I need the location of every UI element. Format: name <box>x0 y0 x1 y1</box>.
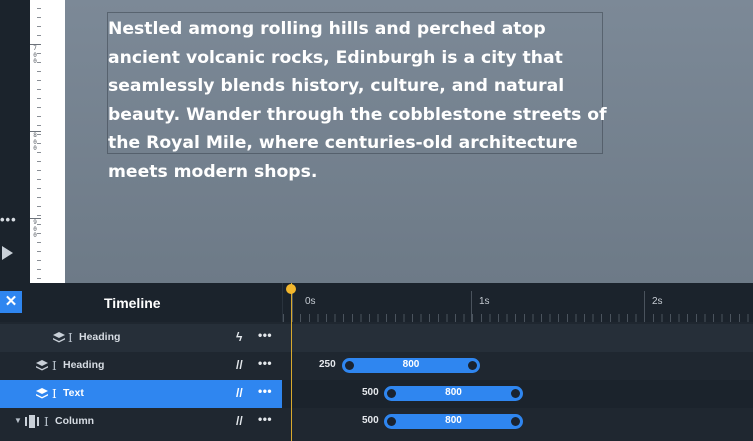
delay-value: 250 <box>319 359 336 370</box>
ruler-label-900: 9 0 0 <box>33 219 37 239</box>
timeline-row[interactable]: I Heading // ••• 250 800 <box>0 352 753 380</box>
more-icon[interactable]: ••• <box>258 328 272 342</box>
layer-label: Text <box>63 387 84 399</box>
animation-bar[interactable]: 800 <box>384 414 523 429</box>
more-icon[interactable]: ••• <box>258 356 272 370</box>
ruler-label-700: 7 0 0 <box>33 45 37 65</box>
timeline-panel: ✕ Timeline 0s 1s 2s I Heading ϟ ••• I He… <box>0 283 753 441</box>
time-ruler[interactable]: 0s 1s 2s <box>282 283 753 322</box>
stagger-icon[interactable]: // <box>236 414 243 428</box>
close-icon[interactable]: ✕ <box>0 291 22 313</box>
timeline-row[interactable]: I Heading ϟ ••• <box>0 324 753 352</box>
playhead-handle[interactable] <box>286 284 296 294</box>
bar-end-handle[interactable] <box>511 417 520 426</box>
bar-end-handle[interactable] <box>511 389 520 398</box>
text-cursor-icon: I <box>52 387 57 401</box>
vertical-ruler: 7 0 0 8 0 0 9 0 0 <box>30 0 41 283</box>
timeline-title: Timeline <box>104 295 161 311</box>
time-label-2s: 2s <box>652 296 663 307</box>
animation-bar[interactable]: 800 <box>342 358 480 373</box>
canvas-margin <box>41 0 65 283</box>
body-text[interactable]: Nestled among rolling hills and perched … <box>108 15 608 186</box>
text-element-outline[interactable]: Nestled among rolling hills and perched … <box>107 12 607 182</box>
design-canvas[interactable]: Nestled among rolling hills and perched … <box>65 0 753 283</box>
text-cursor-icon: I <box>52 359 57 373</box>
left-toolbar: ••• <box>0 0 30 283</box>
timeline-header: ✕ Timeline <box>0 283 282 322</box>
layers-icon <box>36 360 48 371</box>
more-icon[interactable]: ••• <box>258 412 272 426</box>
play-icon[interactable] <box>2 246 13 260</box>
stagger-icon[interactable]: // <box>236 358 243 372</box>
delay-value: 500 <box>362 415 379 426</box>
layer-label: Heading <box>79 331 121 343</box>
duration-value: 800 <box>402 359 420 370</box>
animation-bar[interactable]: 800 <box>384 386 523 401</box>
stagger-icon[interactable]: // <box>236 386 243 400</box>
layer-label: Heading <box>63 359 105 371</box>
bolt-icon[interactable]: ϟ <box>236 330 242 344</box>
column-icon <box>25 415 39 428</box>
time-label-1s: 1s <box>479 296 490 307</box>
time-label-0s: 0s <box>305 296 316 307</box>
playhead-line[interactable] <box>291 283 292 441</box>
more-icon[interactable]: ••• <box>0 212 22 227</box>
ruler-label-800: 8 0 0 <box>33 132 37 152</box>
duration-value: 800 <box>445 415 462 426</box>
delay-value: 500 <box>362 387 379 398</box>
bar-end-handle[interactable] <box>468 361 477 370</box>
timeline-row[interactable]: I Text // ••• 500 800 <box>0 380 753 408</box>
timeline-row[interactable]: ▼ I Column // ••• 500 800 <box>0 408 753 436</box>
collapse-arrow-icon[interactable]: ▼ <box>14 416 22 425</box>
more-icon[interactable]: ••• <box>258 384 272 398</box>
text-cursor-icon: I <box>44 415 49 429</box>
layer-label: Column <box>55 415 95 427</box>
layers-icon <box>36 388 48 399</box>
duration-value: 800 <box>445 387 462 398</box>
layers-icon <box>53 332 65 343</box>
text-cursor-icon: I <box>68 331 73 345</box>
